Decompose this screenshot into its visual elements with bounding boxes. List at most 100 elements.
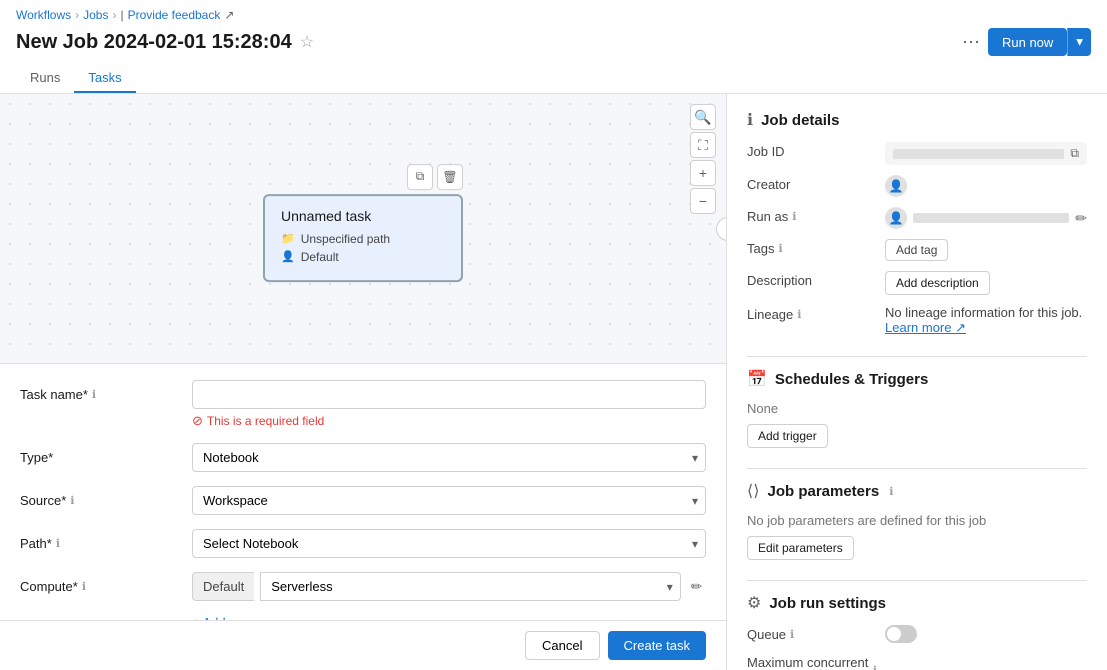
compute-control: Default Serverless ▾ ✏: [192, 572, 706, 601]
code-icon: ⟨⟩: [747, 481, 759, 501]
creator-value: 👤: [885, 175, 1087, 197]
add-tag-button[interactable]: Add tag: [885, 239, 948, 261]
queue-info-icon: ℹ: [790, 628, 794, 641]
run-button-group: Run now ▾: [988, 28, 1091, 56]
zoom-out-button[interactable]: −: [690, 188, 716, 214]
queue-label: Queue ℹ: [747, 625, 877, 642]
copy-task-button[interactable]: ⧉: [407, 164, 433, 190]
job-run-settings-section: ⚙ Job run settings Queue ℹ: [747, 593, 1087, 670]
title-row: New Job 2024-02-01 15:28:04 ☆ ⋯ Run now …: [16, 28, 1091, 56]
run-as-text: [913, 213, 1069, 223]
task-name-input[interactable]: [192, 380, 706, 409]
copy-job-id-button[interactable]: ⧉: [1070, 146, 1079, 161]
type-control: Notebook ▾: [192, 443, 706, 472]
compute-row: Compute* ℹ Default Serverless ▾ ✏: [20, 572, 706, 601]
app-container: Workflows › Jobs › | Provide feedback ↗ …: [0, 0, 1107, 670]
compute-label: Compute* ℹ: [20, 572, 180, 594]
tags-label: Tags ℹ: [747, 239, 877, 256]
max-runs-info-icon: ℹ: [873, 664, 877, 670]
schedules-title: Schedules & Triggers: [775, 371, 928, 388]
no-params-text: No job parameters are defined for this j…: [747, 513, 1087, 528]
source-select[interactable]: Workspace: [192, 486, 706, 515]
lineage-label: Lineage ℹ: [747, 305, 877, 322]
job-details-section: ℹ Job details Job ID ⧉ Creator 👤: [747, 110, 1087, 336]
star-icon[interactable]: ☆: [300, 32, 314, 52]
queue-toggle: [885, 625, 1087, 643]
task-node-cluster-row: 👤 Default: [281, 250, 445, 264]
breadcrumb-feedback[interactable]: Provide feedback: [128, 8, 221, 22]
job-params-title: Job parameters: [767, 483, 879, 500]
breadcrumb-workflows[interactable]: Workflows: [16, 8, 71, 22]
tab-runs[interactable]: Runs: [16, 64, 74, 93]
job-id-label: Job ID: [747, 142, 877, 159]
type-label: Type*: [20, 443, 180, 465]
bottom-actions: Cancel Create task: [0, 620, 726, 670]
add-trigger-button[interactable]: Add trigger: [747, 424, 828, 448]
run-as-avatar: 👤: [885, 207, 907, 229]
run-as-edit-button[interactable]: ✏: [1075, 210, 1087, 227]
creator-avatar: 👤: [885, 175, 907, 197]
run-now-button[interactable]: Run now: [988, 28, 1067, 56]
compute-select[interactable]: Serverless: [260, 572, 681, 601]
collapse-panel-button[interactable]: ›: [716, 217, 727, 241]
compute-select-wrapper: Serverless ▾: [260, 572, 681, 601]
tab-tasks[interactable]: Tasks: [74, 64, 135, 93]
breadcrumb-sep3: |: [120, 8, 123, 22]
task-name-label: Task name* ℹ: [20, 380, 180, 402]
canvas-controls: 🔍 ⛶ + −: [690, 104, 716, 214]
divider-3: [747, 580, 1087, 581]
source-info-icon: ℹ: [70, 494, 74, 507]
job-params-info-icon: ℹ: [889, 485, 893, 498]
top-actions: ⋯ Run now ▾: [962, 28, 1091, 56]
task-node-path: Unspecified path: [301, 232, 390, 246]
queue-toggle-knob: [887, 627, 901, 641]
delete-task-button[interactable]: 🗑: [437, 164, 463, 190]
path-icon: 📁: [281, 232, 295, 245]
zoom-in-button[interactable]: +: [690, 160, 716, 186]
lineage-text: No lineage information for this job.: [885, 305, 1087, 320]
path-control: Select Notebook ▾: [192, 529, 706, 558]
search-canvas-button[interactable]: 🔍: [690, 104, 716, 130]
task-node-title: Unnamed task: [281, 208, 445, 224]
calendar-icon: 📅: [747, 369, 767, 389]
type-select[interactable]: Notebook: [192, 443, 706, 472]
compute-edit-button[interactable]: ✏: [687, 575, 706, 599]
edit-params-button[interactable]: Edit parameters: [747, 536, 854, 560]
path-label: Path* ℹ: [20, 529, 180, 551]
task-name-info-icon: ℹ: [92, 388, 96, 401]
task-node-actions: ⧉ 🗑: [263, 164, 463, 190]
breadcrumb-jobs[interactable]: Jobs: [83, 8, 108, 22]
task-node[interactable]: Unnamed task 📁 Unspecified path 👤 Defaul…: [263, 194, 463, 282]
task-node-cluster: Default: [301, 250, 339, 264]
schedules-section: 📅 Schedules & Triggers None Add trigger: [747, 369, 1087, 448]
more-options-button[interactable]: ⋯: [962, 32, 980, 53]
max-runs-row: Maximum concurrent runs ℹ: [747, 653, 1087, 670]
breadcrumb-sep1: ›: [75, 8, 79, 22]
add-description-button[interactable]: Add description: [885, 271, 990, 295]
queue-toggle-switch[interactable]: [885, 625, 917, 643]
job-id-input: ⧉: [885, 142, 1087, 165]
tabs-row: Runs Tasks: [16, 64, 1091, 93]
breadcrumb-sep2: ›: [112, 8, 116, 22]
create-task-button[interactable]: Create task: [608, 631, 706, 660]
run-now-dropdown-button[interactable]: ▾: [1067, 28, 1091, 56]
fullscreen-button[interactable]: ⛶: [690, 132, 716, 158]
settings-icon: ⚙: [747, 593, 761, 613]
task-name-row: Task name* ℹ ⊘ This is a required field: [20, 380, 706, 429]
cluster-icon: 👤: [281, 250, 295, 263]
job-params-header: ⟨⟩ Job parameters ℹ: [747, 481, 1087, 501]
schedule-none: None: [747, 401, 1087, 416]
source-control: Workspace ▾: [192, 486, 706, 515]
form-area: Task name* ℹ ⊘ This is a required field: [0, 364, 726, 620]
path-row: Path* ℹ Select Notebook ▾: [20, 529, 706, 558]
path-info-icon: ℹ: [56, 537, 60, 550]
learn-more-link[interactable]: Learn more ↗: [885, 320, 966, 335]
lineage-row: Lineage ℹ No lineage information for thi…: [747, 305, 1087, 336]
job-details-title: Job details: [761, 112, 839, 129]
page-title: New Job 2024-02-01 15:28:04: [16, 31, 292, 54]
cancel-button[interactable]: Cancel: [525, 631, 599, 660]
path-select[interactable]: Select Notebook: [192, 529, 706, 558]
job-params-section: ⟨⟩ Job parameters ℹ No job parameters ar…: [747, 481, 1087, 560]
task-node-path-row: 📁 Unspecified path: [281, 232, 445, 246]
queue-row: Queue ℹ: [747, 625, 1087, 643]
